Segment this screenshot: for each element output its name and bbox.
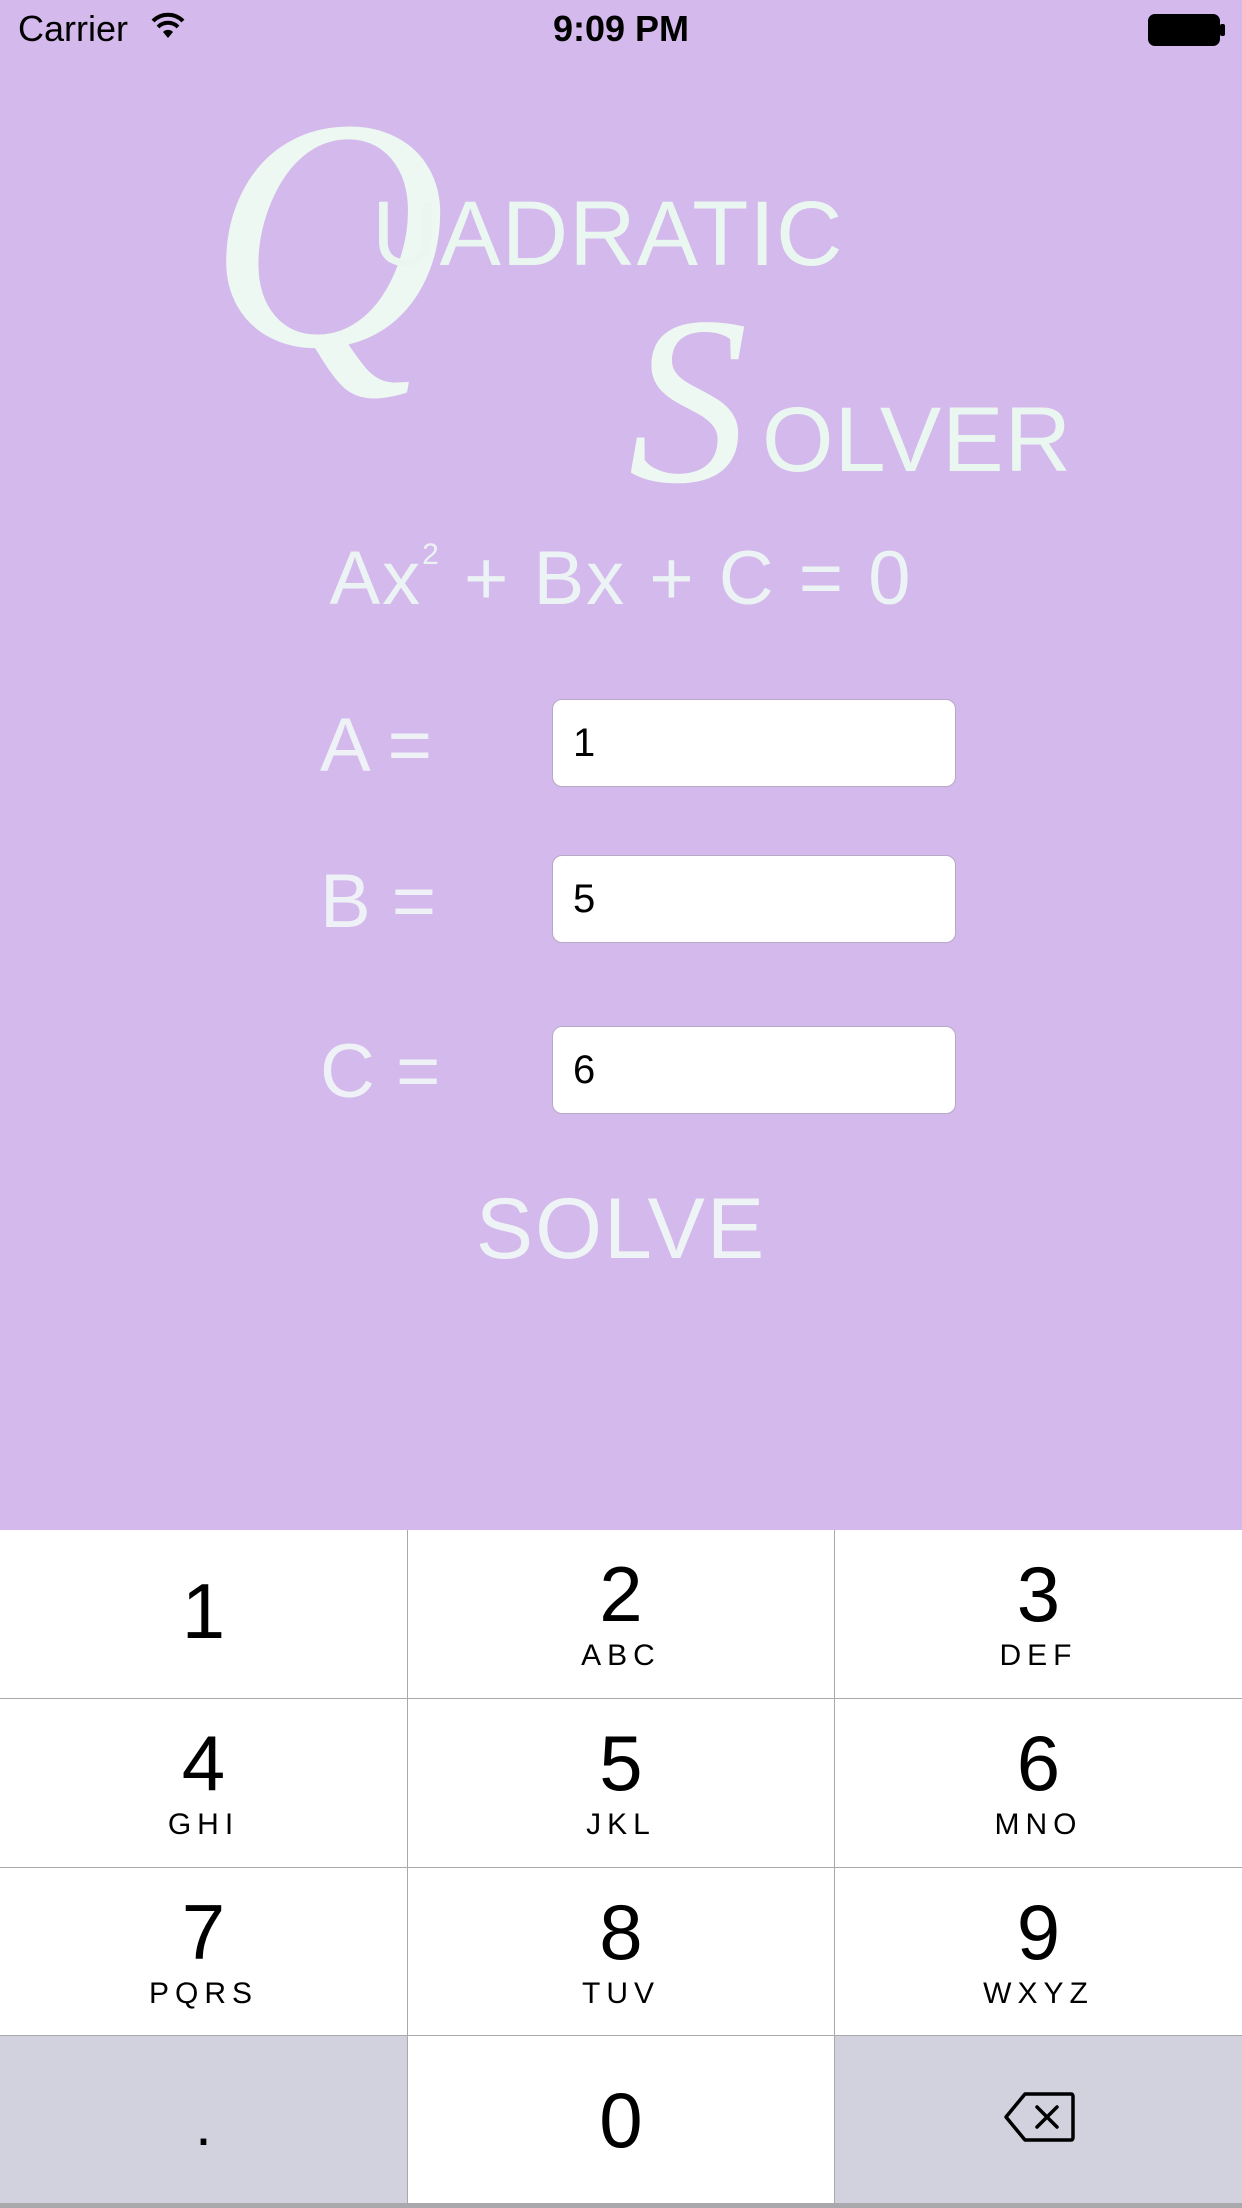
title-quadratic-rest: UADRATIC — [372, 183, 844, 285]
equation-part2: + Bx + C = 0 — [440, 536, 913, 621]
key-digit: 3 — [1016, 1550, 1061, 1638]
key-2[interactable]: 2 ABC — [408, 1530, 834, 1698]
key-digit: 4 — [181, 1719, 226, 1807]
title-solver-rest: OLVER — [762, 389, 1073, 491]
key-letters: MNO — [994, 1808, 1083, 1841]
key-8[interactable]: 8 TUV — [408, 1868, 834, 2035]
key-letters: PQRS — [148, 1976, 259, 2010]
coefficient-c-input[interactable] — [552, 1026, 956, 1114]
key-digit: 1 — [181, 1567, 226, 1655]
key-1[interactable]: 1 — [0, 1530, 407, 1698]
coefficient-a-input[interactable] — [552, 699, 956, 787]
app-title: Q UADRATIC S OLVER — [0, 0, 1242, 533]
quadratic-equation: Ax2 + Bx + C = 0 — [0, 535, 1242, 622]
key-7[interactable]: 7 PQRS — [0, 1868, 407, 2035]
label-b: B = — [320, 859, 437, 944]
coefficient-b-input[interactable] — [552, 855, 956, 943]
key-letters: JKL — [586, 1808, 656, 1841]
numeric-keypad: 1 2 ABC 3 DEF 4 GHI 5 JKL 6 MNO 7 PQRS 8… — [0, 1530, 1242, 2208]
key-5[interactable]: 5 JKL — [408, 1699, 834, 1867]
key-digit: 8 — [599, 1887, 643, 1976]
key-9[interactable]: 9 WXYZ — [835, 1868, 1242, 2035]
equation-exponent: 2 — [422, 538, 441, 571]
label-c: C = — [320, 1029, 441, 1114]
key-letters: GHI — [167, 1808, 240, 1841]
key-delete[interactable] — [835, 2036, 1242, 2203]
key-3[interactable]: 3 DEF — [835, 1530, 1242, 1698]
key-digit: 2 — [599, 1550, 643, 1638]
key-digit: 5 — [599, 1719, 643, 1807]
key-letters: TUV — [582, 1976, 660, 2010]
key-decimal[interactable]: . — [0, 2036, 407, 2203]
key-dot-label: . — [195, 2090, 212, 2158]
key-digit: 6 — [1016, 1719, 1061, 1807]
title-s-letter: S — [628, 267, 748, 533]
key-0[interactable]: 0 — [408, 2036, 834, 2203]
key-digit: 7 — [181, 1887, 226, 1976]
key-digit: 9 — [1016, 1887, 1061, 1976]
key-letters: DEF — [999, 1639, 1078, 1672]
key-letters: WXYZ — [983, 1976, 1094, 2010]
key-6[interactable]: 6 MNO — [835, 1699, 1242, 1867]
label-a: A = — [320, 703, 432, 788]
solve-button[interactable]: SOLVE — [0, 1180, 1242, 1279]
equation-part1: Ax — [329, 536, 423, 621]
key-digit: 0 — [599, 2075, 643, 2164]
key-4[interactable]: 4 GHI — [0, 1699, 407, 1867]
backspace-icon — [1003, 2091, 1075, 2148]
key-letters: ABC — [581, 1639, 661, 1672]
